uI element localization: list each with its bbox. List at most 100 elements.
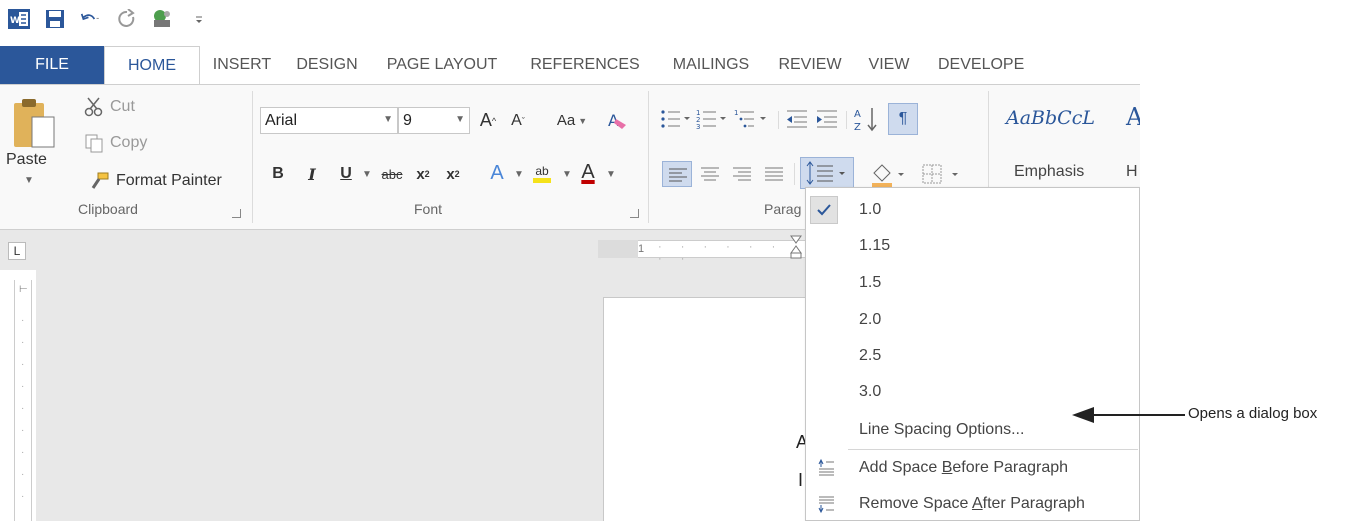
font-color-icon[interactable]: A [576,157,600,187]
change-case-button[interactable]: Aa ▼ [552,107,592,134]
text-effects-dropdown-icon[interactable]: ▼ [514,169,524,180]
font-size-value: 9 [403,112,412,129]
borders-icon[interactable] [920,161,968,187]
group-divider [252,91,253,223]
superscript-button[interactable]: x2 [442,161,464,187]
menu-item-label: 1.5 [859,274,882,291]
svg-text:3: 3 [696,123,700,131]
tab-references[interactable]: REFERENCES [514,46,656,84]
cut-button[interactable]: Cut [110,98,135,116]
font-name-input[interactable]: Arial ▼ [260,107,398,134]
access-key: B [941,459,953,476]
annotation-text: Opens a dialog box [1188,405,1318,422]
tab-home[interactable]: HOME [104,46,200,84]
menu-item-label: 2.5 [859,347,882,364]
tab-file[interactable]: FILE [0,46,104,84]
style-emphasis-label[interactable]: Emphasis [1014,163,1084,181]
annotation-arrow-line [1085,414,1185,416]
paste-icon[interactable] [10,93,62,153]
menu-item-spacing-1-5[interactable]: 1.5 [806,265,1140,301]
line-spacing-button[interactable] [800,157,854,189]
copy-button[interactable]: Copy [110,134,147,152]
highlight-glyph: ab [533,164,551,183]
tab-view[interactable]: VIEW [854,46,924,84]
justify-button[interactable] [760,161,788,187]
highlight-color-icon[interactable]: ab [528,159,556,187]
svg-text:Z: Z [854,122,861,133]
check-compatibility-icon[interactable] [152,8,174,30]
menu-item-label: 1.0 [859,201,882,218]
tab-developer[interactable]: DEVELOPE [924,46,1032,84]
bullets-icon[interactable] [660,107,692,131]
word-app-icon[interactable]: W [8,8,30,30]
font-size-input[interactable]: 9 ▼ [398,107,470,134]
menu-item-spacing-2-5[interactable]: 2.5 [806,338,1140,374]
tab-mailings[interactable]: MAILINGS [656,46,766,84]
tab-page-layout[interactable]: PAGE LAYOUT [370,46,514,84]
tab-selector[interactable]: L [8,242,26,260]
undo-icon[interactable]: - [80,8,102,30]
tab-insert[interactable]: INSERT [200,46,284,84]
vertical-ruler[interactable]: ⊢ · · · · · · · · · [14,280,32,521]
font-size-dropdown-icon[interactable]: ▼ [455,114,465,125]
menu-item-spacing-2-0[interactable]: 2.0 [806,302,1140,338]
tab-design[interactable]: DESIGN [284,46,370,84]
align-right-button[interactable] [728,161,756,187]
word-window: W - FILE HOME INSERT DESIGN PAGE LAYOUT … [0,0,1140,521]
increase-indent-icon[interactable] [814,107,840,131]
style-next-label[interactable]: H [1126,163,1138,181]
superscript-glyph: x [446,165,455,183]
add-space-before-item[interactable]: Add Space Before Paragraph [806,450,1140,486]
ruler-mark: 1 [638,243,645,255]
group-divider [648,91,649,223]
menu-item-label: 3.0 [859,383,882,400]
style-preview-emphasis[interactable]: AaBbCcL [1006,107,1095,129]
multilevel-list-icon[interactable]: 1 [734,107,772,131]
align-center-button[interactable] [696,161,724,187]
customize-qat-icon[interactable] [188,8,210,30]
font-color-dropdown-icon[interactable]: ▼ [606,169,616,180]
strikethrough-button[interactable]: abc [376,161,408,187]
menu-item-label: Remove Space After Paragraph [859,495,1085,513]
menu-item-label: 2.0 [859,311,882,328]
clear-formatting-icon[interactable]: A [606,109,628,131]
menu-item-spacing-3-0[interactable]: 3.0 [806,374,1140,410]
align-left-button[interactable] [662,161,692,187]
numbering-icon[interactable]: 123 [696,107,730,131]
ruler-margin-area [598,240,638,258]
menu-item-spacing-1-0[interactable]: 1.0 [806,192,1140,228]
shading-icon[interactable] [868,159,916,189]
style-preview-next[interactable]: A [1126,103,1140,131]
menu-item-spacing-1-15[interactable]: 1.15 [806,228,1140,264]
check-icon [810,196,838,224]
bold-button[interactable]: B [268,161,288,187]
clipboard-dialog-launcher[interactable] [232,209,241,218]
subscript-button[interactable]: x2 [412,161,434,187]
text-effects-icon[interactable]: A [484,159,510,187]
font-name-dropdown-icon[interactable]: ▼ [383,114,393,125]
indent-marker-icon[interactable] [790,234,802,260]
sort-icon[interactable]: AZ [852,105,882,133]
paste-button[interactable]: Paste [6,151,47,169]
paragraph-divider [778,111,779,129]
remove-space-after-item[interactable]: Remove Space After Paragraph [806,486,1140,521]
italic-button[interactable]: I [302,161,322,187]
access-key: A [971,495,983,512]
font-group-label: Font [414,201,443,217]
highlight-dropdown-icon[interactable]: ▼ [562,169,572,180]
redo-icon[interactable] [116,8,138,30]
underline-dropdown-icon[interactable]: ▼ [362,169,372,180]
svg-text:1: 1 [734,109,738,117]
underline-button[interactable]: U [336,161,356,187]
shrink-font-button[interactable]: Aˇ [506,107,530,134]
font-dialog-launcher[interactable] [630,209,639,218]
tab-review[interactable]: REVIEW [766,46,854,84]
grow-font-button[interactable]: A ^ [476,107,500,134]
save-icon[interactable] [44,8,66,30]
line-spacing-menu: 1.0 1.15 1.5 2.0 2.5 3.0 Line Spacing Op… [805,187,1140,521]
format-painter-button[interactable]: Format Painter [116,172,222,190]
decrease-indent-icon[interactable] [784,107,810,131]
show-formatting-marks-button[interactable]: ¶ [888,103,918,135]
add-space-before-icon [816,458,836,478]
paste-dropdown-arrow[interactable]: ▼ [24,175,34,186]
